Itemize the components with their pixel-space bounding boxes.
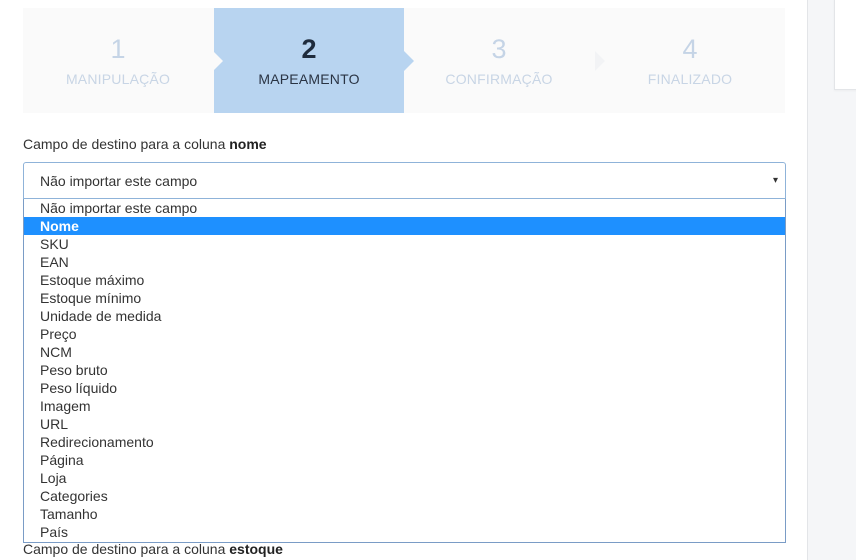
dropdown-option[interactable]: Unidade de medida	[24, 307, 785, 325]
label-column: nome	[229, 136, 267, 152]
destination-field-select[interactable]: Não importar este campo ▾	[23, 162, 786, 199]
step-label: FINALIZADO	[647, 71, 733, 87]
dropdown-option[interactable]: Estoque mínimo	[24, 289, 785, 307]
dropdown-option[interactable]: SKU	[24, 235, 785, 253]
dropdown-option-selected[interactable]: Nome	[24, 217, 785, 235]
field-label-nome: Campo de destino para a coluna nome	[23, 136, 267, 152]
step-arrow	[404, 51, 414, 71]
step-finalizado: 4 FINALIZADO	[595, 8, 785, 113]
dropdown-option[interactable]: Não importar este campo	[24, 199, 785, 217]
dropdown-option[interactable]: Página	[24, 451, 785, 469]
dropdown-option[interactable]: Categories	[24, 487, 785, 505]
dropdown-option[interactable]: Imagem	[24, 397, 785, 415]
step-arrow	[213, 51, 223, 71]
step-label: MAPEAMENTO	[258, 71, 360, 87]
side-card	[834, 0, 856, 90]
step-number: 4	[682, 34, 698, 64]
step-number: 1	[110, 34, 126, 64]
dropdown-option[interactable]: URL	[24, 415, 785, 433]
dropdown-option[interactable]: Redirecionamento	[24, 433, 785, 451]
dropdown-option[interactable]: Estoque máximo	[24, 271, 785, 289]
wizard-stepper: 1 MANIPULAÇÃO 2 MAPEAMENTO 3 CONFIRMAÇÃO…	[23, 8, 785, 113]
field-label-estoque: Campo de destino para a coluna estoque	[23, 541, 283, 557]
dropdown-list: Não importar este campo Nome SKU EAN Est…	[23, 199, 786, 543]
main-panel: 1 MANIPULAÇÃO 2 MAPEAMENTO 3 CONFIRMAÇÃO…	[0, 0, 808, 560]
step-label: CONFIRMAÇÃO	[445, 71, 553, 87]
step-label: MANIPULAÇÃO	[65, 71, 171, 87]
dropdown-option[interactable]: EAN	[24, 253, 785, 271]
label-prefix: Campo de destino para a coluna	[23, 136, 226, 152]
step-confirmacao: 3 CONFIRMAÇÃO	[404, 8, 594, 113]
step-number: 3	[491, 34, 507, 64]
dropdown-option[interactable]: Tamanho	[24, 505, 785, 523]
step-manipulacao: 1 MANIPULAÇÃO	[23, 8, 213, 113]
dropdown-option[interactable]: Loja	[24, 469, 785, 487]
step-mapeamento: 2 MAPEAMENTO	[214, 8, 404, 113]
label-prefix: Campo de destino para a coluna	[23, 541, 226, 557]
dropdown-option[interactable]: Peso líquido	[24, 379, 785, 397]
dropdown-option[interactable]: País	[24, 523, 785, 541]
dropdown-option[interactable]: NCM	[24, 343, 785, 361]
chevron-down-icon: ▾	[772, 175, 778, 186]
dropdown-option[interactable]: Preço	[24, 325, 785, 343]
label-column: estoque	[229, 541, 283, 557]
step-arrow	[595, 51, 605, 71]
step-number: 2	[301, 34, 317, 64]
dropdown-option[interactable]: Peso bruto	[24, 361, 785, 379]
select-value: Não importar este campo	[40, 173, 198, 189]
